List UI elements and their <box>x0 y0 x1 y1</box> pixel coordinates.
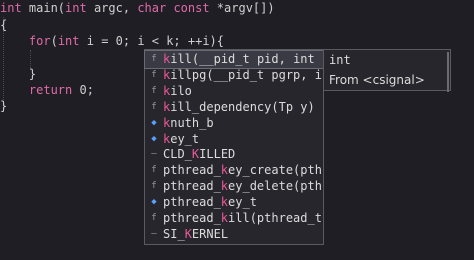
completion-label: CLD_KILLED <box>163 146 235 163</box>
function-icon: f <box>151 85 157 96</box>
label-text: CLD_ <box>163 147 192 162</box>
label-text: ill_dependency(Tp y) <box>170 99 315 114</box>
code-text: ( <box>50 34 58 48</box>
detail-origin: From <csignal> <box>329 73 425 87</box>
code-line[interactable]: int main(int argc, char const *argv[]) <box>0 0 275 17</box>
variable-icon: ◆ <box>151 133 157 144</box>
variable-icon: ◆ <box>151 117 157 128</box>
label-text: pthread_ <box>163 211 221 225</box>
completion-item[interactable]: f kill_dependency(Tp y) <box>145 99 323 116</box>
match-highlight: K <box>184 226 192 241</box>
label-text: ey_t <box>228 195 257 210</box>
function-icon: f <box>151 69 157 80</box>
completion-label: kill_dependency(Tp y) <box>163 99 315 116</box>
function-icon: f <box>151 54 157 64</box>
completion-label: knuth_b <box>163 115 214 132</box>
completion-detail-panel: int From <csignal> <box>323 49 451 92</box>
label-text: SI_ <box>163 226 185 241</box>
code-text: { <box>0 18 8 32</box>
completion-item[interactable]: f pthread_key_delete(pthre… <box>145 178 323 195</box>
completion-label: pthread_kill(pthread_t t… <box>163 210 323 227</box>
code-text: } <box>0 67 37 81</box>
code-text: i = 0; i < k; ++i){ <box>79 34 225 48</box>
label-text: (__pid_t pid, int si… <box>191 52 323 66</box>
completion-item[interactable]: ◆ key_t <box>145 131 323 148</box>
label-text: pthread_ <box>163 195 221 210</box>
detail-scrollbar[interactable] <box>447 52 449 92</box>
completion-label: pthread_key_delete(pthre… <box>163 178 323 195</box>
label-text: ill <box>170 52 192 66</box>
match-highlight: k <box>220 163 229 178</box>
code-text: argc, <box>86 1 138 15</box>
code-keyword: const <box>173 1 210 15</box>
function-icon: f <box>151 213 157 223</box>
completion-label: key_t <box>163 131 199 148</box>
code-keyword: int <box>65 1 87 15</box>
code-line[interactable]: } <box>0 66 36 83</box>
label-text: ill(pthread_t t… <box>228 211 322 225</box>
function-icon: f <box>151 181 157 192</box>
completion-label: kilo <box>163 83 192 100</box>
match-highlight: k <box>220 179 229 194</box>
code-text: 0; <box>72 83 94 97</box>
completion-label: SI_KERNEL <box>163 226 228 243</box>
detail-type: int <box>329 53 351 67</box>
completion-item[interactable]: f kilo <box>145 83 323 100</box>
function-icon: f <box>151 165 157 176</box>
completion-item[interactable]: f kill(__pid_t pid, int si… <box>144 50 324 69</box>
completion-label: kill(__pid_t pid, int si… <box>163 51 323 68</box>
completion-label: pthread_key_t <box>163 194 257 211</box>
code-keyword: int <box>57 34 80 48</box>
completion-item[interactable]: f killpg(__pid_t pgrp, int… <box>145 67 323 84</box>
code-text: } <box>0 99 8 113</box>
macro-icon: — <box>151 149 157 160</box>
completion-item[interactable]: — CLD_KILLED <box>145 146 323 163</box>
code-line[interactable]: for(int i = 0; i < k; ++i){ <box>0 33 224 50</box>
completion-item[interactable]: ◆ knuth_b <box>145 115 323 132</box>
label-text: ey_t <box>170 131 200 146</box>
label-text: pthread_ <box>163 179 221 194</box>
code-line[interactable]: return 0; <box>0 82 94 99</box>
match-highlight: k <box>220 195 229 210</box>
label-text: ilo <box>170 83 192 98</box>
completion-item[interactable]: f pthread_kill(pthread_t t… <box>145 210 323 227</box>
code-text: *argv[]) <box>209 1 275 15</box>
completion-label: killpg(__pid_t pgrp, int… <box>163 67 323 84</box>
completion-item[interactable]: ◆ pthread_key_t <box>145 194 323 211</box>
label-text: ILLED <box>199 147 236 162</box>
code-keyword: char <box>137 1 167 15</box>
completion-label: pthread_key_create(pthre… <box>163 162 323 179</box>
label-text: nuth_b <box>170 115 214 130</box>
completion-item[interactable]: — SI_KERNEL <box>145 226 323 243</box>
macro-icon: — <box>151 228 157 239</box>
label-text: pthread_ <box>163 163 221 178</box>
completion-item[interactable]: f pthread_key_create(pthre… <box>145 162 323 179</box>
code-text: main( <box>21 1 66 15</box>
label-text: ey_create(pthre… <box>228 163 323 178</box>
code-line[interactable]: { <box>0 17 7 34</box>
code-keyword: int <box>0 1 22 15</box>
code-keyword: for <box>28 34 51 48</box>
autocomplete-popup[interactable]: fkill(__pid_t pid, int si…fkillpg(__pid_… <box>144 49 324 245</box>
label-text: ey_delete(pthre… <box>228 179 323 194</box>
function-icon: f <box>151 101 157 112</box>
code-line[interactable]: } <box>0 98 7 115</box>
label-text: illpg(__pid_t pgrp, int… <box>170 67 323 82</box>
label-text: ERNEL <box>191 226 229 241</box>
variable-icon: ◆ <box>151 197 157 208</box>
code-keyword: return <box>28 83 73 97</box>
match-highlight: k <box>220 211 229 225</box>
